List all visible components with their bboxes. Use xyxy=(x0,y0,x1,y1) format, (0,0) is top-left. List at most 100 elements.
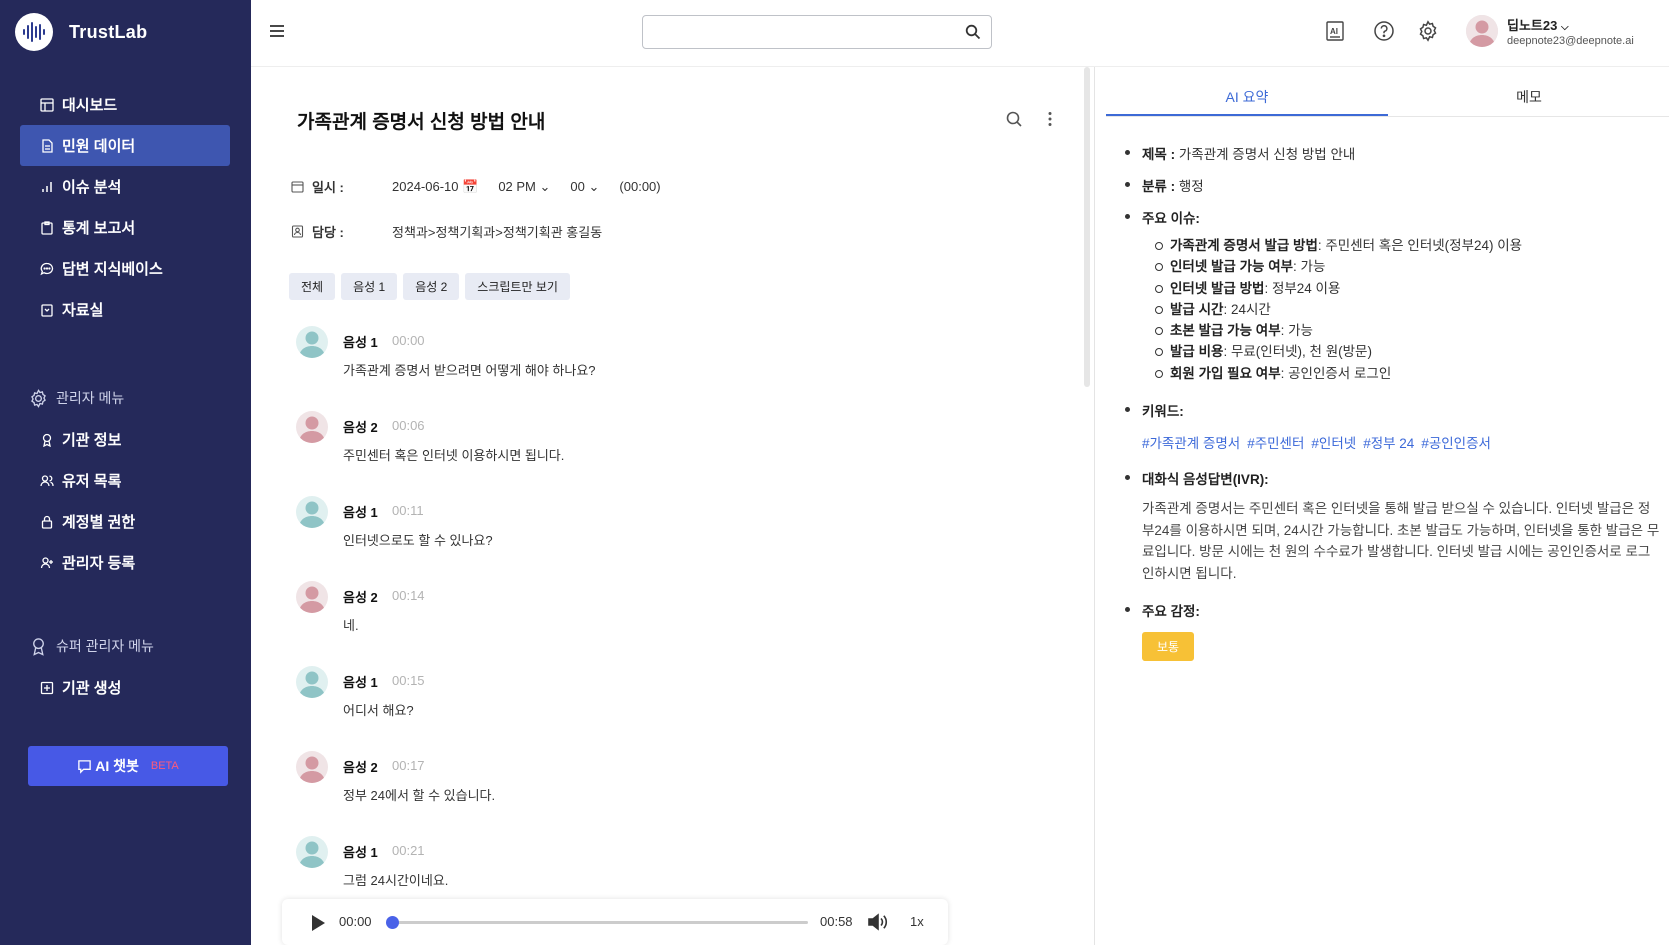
calendar-icon xyxy=(291,181,304,193)
play-icon[interactable] xyxy=(310,914,326,932)
audio-player: 00:00 00:58 1x xyxy=(282,899,948,945)
filter-script-only[interactable]: 스크립트만 보기 xyxy=(465,273,570,300)
timestamp[interactable]: 00:14 xyxy=(392,588,425,603)
users-icon xyxy=(40,474,54,486)
search-box xyxy=(642,15,992,49)
brand-name: TrustLab xyxy=(69,21,148,42)
timestamp[interactable]: 00:15 xyxy=(392,673,425,688)
user-name[interactable]: 딥노트23 ⌵ xyxy=(1507,15,1569,34)
hour-select[interactable]: 02 PM ⌄ xyxy=(498,179,550,195)
sidebar-item-label: 계정별 권한 xyxy=(62,514,136,531)
speaker-1-avatar xyxy=(296,836,328,868)
volume-icon[interactable] xyxy=(867,912,889,932)
brand-logo-icon xyxy=(15,13,53,51)
brand[interactable]: TrustLab xyxy=(15,13,147,51)
keyword-list: #가족관계 증명서 #주민센터 #인터넷 #정부 24 #공인인증서 xyxy=(1142,432,1642,452)
sidebar-item-user-list[interactable]: 유저 목록 xyxy=(20,460,230,501)
bar-chart-icon xyxy=(42,181,52,192)
message-text: 주민센터 혹은 인터넷 이용하시면 됩니다. xyxy=(343,448,565,463)
message-text: 그럼 24시간이네요. xyxy=(343,873,449,888)
timestamp[interactable]: 00:00 xyxy=(392,333,425,348)
keyword-tag[interactable]: #정부 24 xyxy=(1363,432,1414,452)
search-icon[interactable] xyxy=(1005,110,1023,128)
timestamp[interactable]: 00:11 xyxy=(392,503,424,518)
summary-keywords: 키워드: #가족관계 증명서 #주민센터 #인터넷 #정부 24 #공인인증서 xyxy=(1122,400,1642,452)
timestamp[interactable]: 00:06 xyxy=(392,418,425,433)
speaker-name: 음성 1 xyxy=(343,845,378,860)
issue-item: 인터넷 발급 가능 여부: 가능 xyxy=(1154,256,1642,277)
sidebar-item-permissions[interactable]: 계정별 권한 xyxy=(20,501,230,542)
keyword-tag[interactable]: #인터넷 xyxy=(1311,432,1356,452)
settings-gear-icon[interactable] xyxy=(1417,20,1439,42)
sidebar-item-stat-report[interactable]: 통계 보고서 xyxy=(20,207,230,248)
svg-text:AI: AI xyxy=(1330,27,1338,36)
ai-chatbot-label: AI 챗봇 xyxy=(95,758,139,774)
summary-panel: AI 요약 메모 제목 : 가족관계 증명서 신청 방법 안내 분류 : 행정 … xyxy=(1094,67,1669,945)
timestamp[interactable]: 00:17 xyxy=(392,758,425,773)
seek-bar[interactable] xyxy=(386,916,808,929)
top-bar: AI 딥노트23 ⌵ deepnote23@deepnote.ai xyxy=(251,0,1669,67)
speaker-name: 음성 2 xyxy=(343,420,378,435)
sidebar-item-label: 이슈 분석 xyxy=(62,179,122,196)
super-admin-menu-group: 슈퍼 관리자 메뉴 xyxy=(29,636,154,656)
issue-item: 발급 비용: 무료(인터넷), 천 원(방문) xyxy=(1154,341,1642,362)
beta-badge: BETA xyxy=(150,760,179,772)
sidebar-item-complaint-data[interactable]: 민원 데이터 xyxy=(20,125,230,166)
hamburger-menu-icon[interactable] xyxy=(268,22,286,40)
summary-category: 분류 : 행정 xyxy=(1122,175,1642,195)
message-text: 네. xyxy=(343,618,359,633)
minute-select[interactable]: 00 ⌄ xyxy=(570,179,599,195)
seek-knob[interactable] xyxy=(386,916,399,929)
summary-emotion: 주요 감정: 보통 xyxy=(1122,600,1642,662)
filter-speaker-1[interactable]: 음성 1 xyxy=(341,273,398,300)
sidebar-item-dashboard[interactable]: 대시보드 xyxy=(20,84,230,125)
award-icon xyxy=(42,433,52,447)
message-text: 정부 24에서 할 수 있습니다. xyxy=(343,788,496,803)
issue-item: 가족관계 증명서 발급 방법: 주민센터 혹은 인터넷(정부24) 이용 xyxy=(1154,235,1642,256)
help-icon[interactable] xyxy=(1373,20,1395,42)
total-time: 00:58 xyxy=(820,914,853,929)
speaker-name: 음성 2 xyxy=(343,760,378,775)
super-admin-nav: 기관 생성 xyxy=(20,667,230,708)
admin-nav: 기관 정보 유저 목록 계정별 권한 관리자 등록 xyxy=(20,419,230,583)
keyword-tag[interactable]: #주민센터 xyxy=(1247,432,1304,452)
message-text: 어디서 해요? xyxy=(343,703,414,718)
date-label: 일시 : xyxy=(312,180,344,195)
summary-issues: 주요 이슈: 가족관계 증명서 발급 방법: 주민센터 혹은 인터넷(정부24)… xyxy=(1122,207,1642,384)
speaker-1-avatar xyxy=(296,496,328,528)
ai-icon[interactable]: AI xyxy=(1324,20,1346,42)
scrollbar[interactable] xyxy=(1084,67,1090,387)
keyword-tag[interactable]: #가족관계 증명서 xyxy=(1142,432,1240,452)
page-title: 가족관계 증명서 신청 방법 안내 xyxy=(297,112,546,133)
tab-memo[interactable]: 메모 xyxy=(1388,75,1669,116)
playback-speed[interactable]: 1x xyxy=(910,914,924,929)
more-vertical-icon[interactable] xyxy=(1041,110,1059,128)
sidebar-item-knowledge-base[interactable]: 답변 지식베이스 xyxy=(20,248,230,289)
award-icon xyxy=(33,637,44,656)
issue-list: 가족관계 증명서 발급 방법: 주민센터 혹은 인터넷(정부24) 이용 인터넷… xyxy=(1122,235,1642,384)
date-picker[interactable]: 2024-06-10 📅 xyxy=(392,179,478,195)
sidebar-item-archive[interactable]: 자료실 xyxy=(20,289,230,330)
main-nav: 대시보드 민원 데이터 이슈 분석 통계 보고서 답변 지식베이스 자료실 xyxy=(20,84,230,330)
admin-menu-group: 관리자 메뉴 xyxy=(29,388,124,408)
lock-icon xyxy=(41,515,53,529)
keyword-tag[interactable]: #공인인증서 xyxy=(1421,432,1491,452)
search-input[interactable] xyxy=(651,16,951,46)
tab-ai-summary[interactable]: AI 요약 xyxy=(1106,75,1388,116)
ai-chatbot-button[interactable]: AI 챗봇 BETA xyxy=(28,746,228,786)
admin-menu-label: 관리자 메뉴 xyxy=(56,390,125,406)
sidebar-item-org-info[interactable]: 기관 정보 xyxy=(20,419,230,460)
sidebar-item-add-admin[interactable]: 관리자 등록 xyxy=(20,542,230,583)
speaker-2-avatar xyxy=(296,751,328,783)
person-badge-icon xyxy=(291,225,304,238)
search-icon[interactable] xyxy=(965,24,981,40)
sidebar-item-create-org[interactable]: 기관 생성 xyxy=(20,667,230,708)
speaker-2-avatar xyxy=(296,411,328,443)
filter-speaker-2[interactable]: 음성 2 xyxy=(403,273,460,300)
sidebar-item-issue-analysis[interactable]: 이슈 분석 xyxy=(20,166,230,207)
filter-all[interactable]: 전체 xyxy=(289,273,336,300)
message-text: 가족관계 증명서 받으려면 어떻게 해야 하나요? xyxy=(343,363,596,378)
user-avatar[interactable] xyxy=(1466,15,1498,47)
timestamp[interactable]: 00:21 xyxy=(392,843,425,858)
summary-ivr: 대화식 음성답변(IVR): 가족관계 증명서는 주민센터 혹은 인터넷을 통해… xyxy=(1122,468,1659,584)
